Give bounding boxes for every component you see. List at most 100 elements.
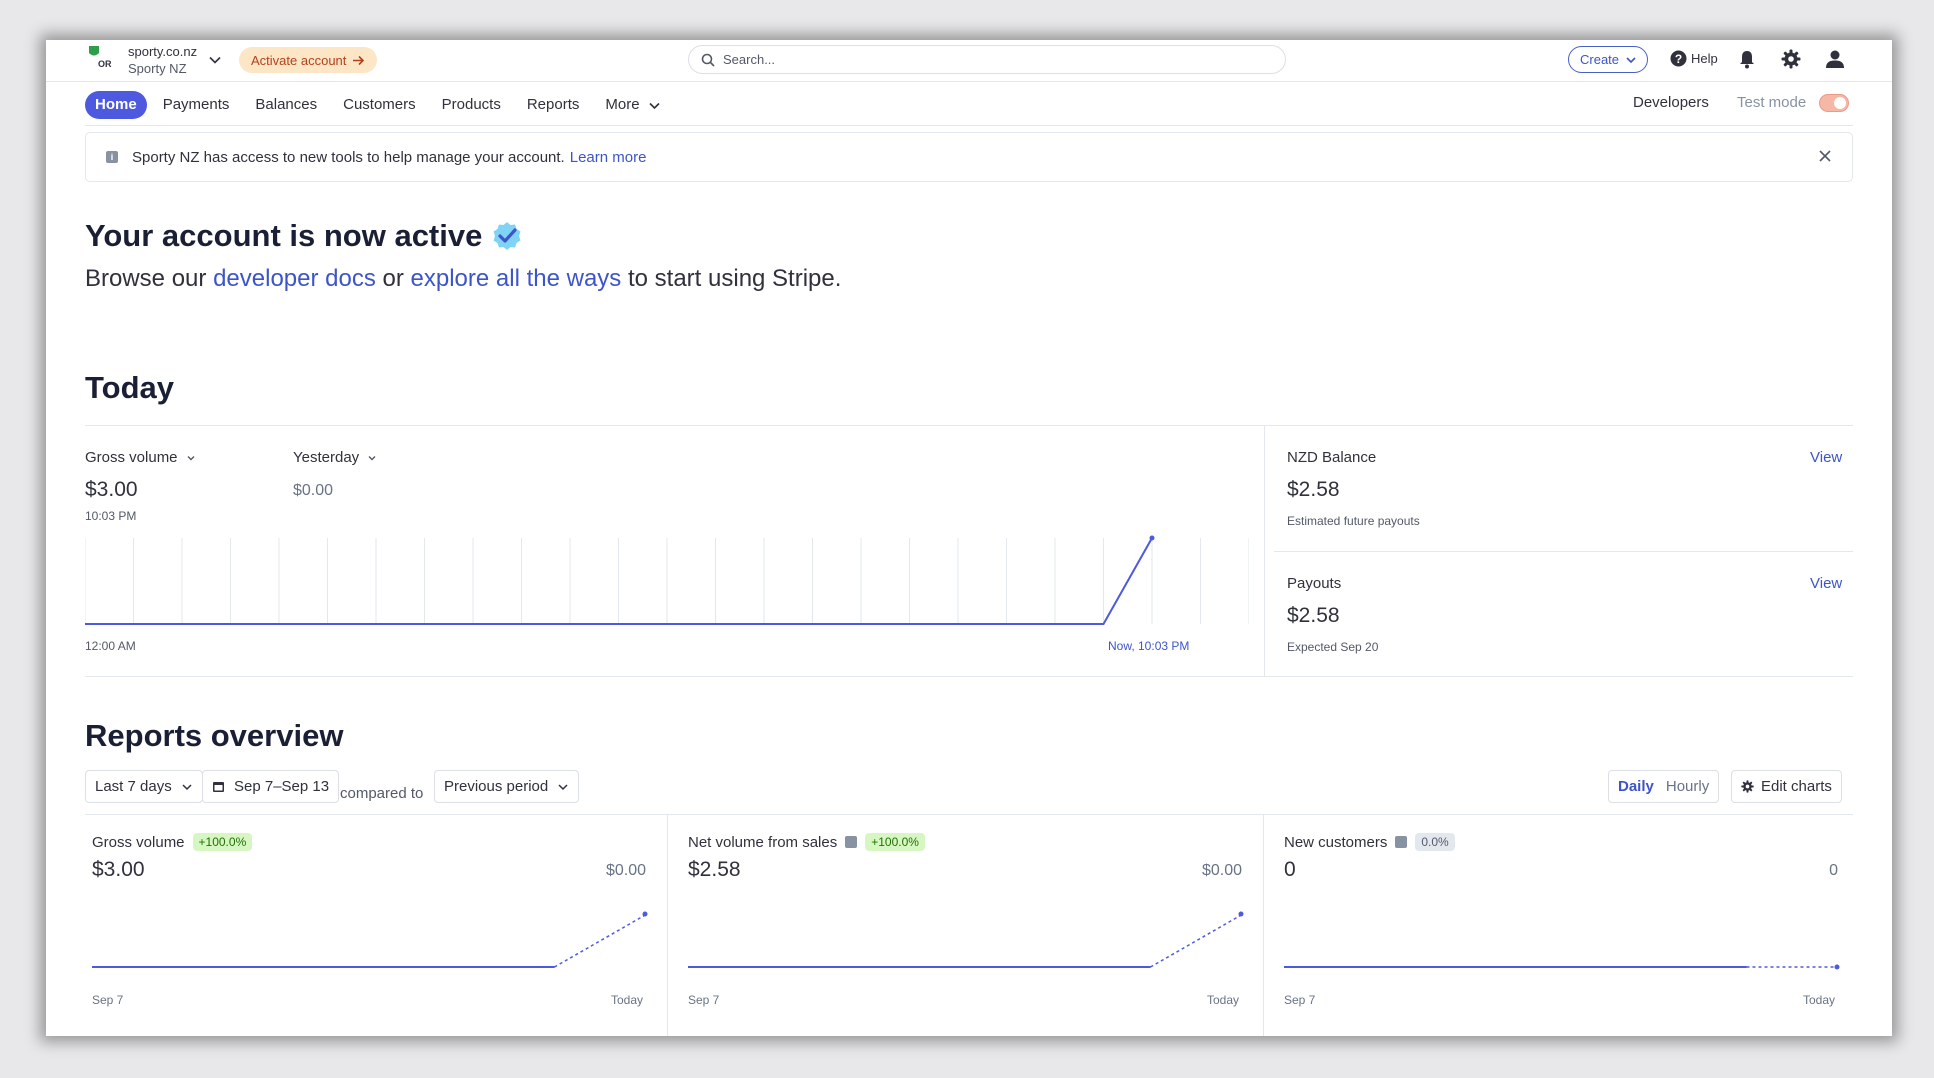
gear-icon bbox=[1741, 780, 1754, 793]
interval-toggle: Daily Hourly bbox=[1608, 770, 1720, 803]
card-compare-value: $0.00 bbox=[1201, 862, 1242, 879]
payouts-note: Expected Sep 20 bbox=[1287, 640, 1379, 654]
date-range-label: Last 7 days bbox=[95, 778, 172, 795]
gear-icon[interactable] bbox=[1781, 49, 1801, 69]
subtitle-suffix: to start using Stripe. bbox=[621, 265, 842, 292]
edit-charts-button[interactable]: Edit charts bbox=[1731, 770, 1842, 803]
today-top-divider bbox=[85, 425, 1853, 426]
close-icon[interactable] bbox=[1818, 149, 1832, 163]
chevron-down-icon bbox=[181, 781, 193, 793]
search-input[interactable] bbox=[723, 52, 1263, 67]
learn-more-link[interactable]: Learn more bbox=[570, 149, 647, 166]
yesterday-label: Yesterday bbox=[293, 449, 360, 466]
bell-icon[interactable] bbox=[1738, 49, 1756, 69]
help-button[interactable]: ? Help bbox=[1670, 50, 1718, 67]
nzd-balance-label: NZD Balance bbox=[1287, 449, 1377, 466]
calendar-icon bbox=[212, 780, 225, 793]
today-gross-volume-chart bbox=[85, 535, 1249, 625]
info-icon[interactable] bbox=[845, 836, 858, 848]
banner-text: Sporty NZ has access to new tools to hel… bbox=[132, 148, 565, 166]
nav-customers[interactable]: Customers bbox=[330, 91, 429, 119]
nav-home[interactable]: Home bbox=[85, 91, 147, 119]
card-axis-start: Sep 7 bbox=[92, 993, 124, 1007]
nav-balances[interactable]: Balances bbox=[242, 91, 330, 119]
subtitle-prefix: Browse our bbox=[85, 265, 214, 292]
chevron-down-icon bbox=[557, 781, 569, 793]
user-icon[interactable] bbox=[1825, 49, 1845, 69]
change-badge: +100.0% bbox=[192, 833, 253, 851]
nzd-balance-note: Estimated future payouts bbox=[1287, 514, 1420, 528]
today-axis-start: 12:00 AM bbox=[85, 639, 136, 653]
hourly-option[interactable]: Hourly bbox=[1666, 778, 1709, 795]
search-icon bbox=[701, 53, 715, 67]
net-volume-card-chart bbox=[688, 911, 1244, 968]
activate-account-label: Activate account bbox=[251, 52, 347, 68]
arrow-right-icon bbox=[352, 54, 365, 67]
developer-docs-link[interactable]: developer docs bbox=[213, 265, 376, 292]
chart-projection-line bbox=[554, 913, 648, 968]
today-vertical-divider bbox=[1264, 426, 1265, 676]
date-range-select[interactable]: Last 7 days bbox=[85, 770, 203, 803]
gross-volume-card-chart bbox=[92, 911, 648, 968]
payouts-label: Payouts bbox=[1287, 575, 1342, 592]
account-name[interactable]: Sporty NZ bbox=[128, 61, 187, 76]
nav-products[interactable]: Products bbox=[429, 91, 514, 119]
activate-account-button[interactable]: Activate account bbox=[239, 47, 378, 73]
balance-view-link[interactable]: View bbox=[1810, 449, 1842, 466]
card-axis-end: Today bbox=[611, 993, 644, 1007]
card-value: $3.00 bbox=[92, 858, 145, 881]
svg-text:?: ? bbox=[1675, 52, 1682, 66]
card-title: Gross volume bbox=[92, 833, 185, 851]
payouts-view-link[interactable]: View bbox=[1810, 575, 1842, 592]
app-window: OR sporty.co.nz Sporty NZ Activate accou… bbox=[46, 40, 1892, 1036]
nav-reports[interactable]: Reports bbox=[514, 91, 593, 119]
chart-projection-line bbox=[1150, 913, 1244, 968]
test-mode-label: Test mode bbox=[1737, 94, 1807, 111]
card-value: 0 bbox=[1284, 858, 1296, 881]
create-button[interactable]: Create bbox=[1568, 46, 1649, 73]
developers-link[interactable]: Developers bbox=[1633, 94, 1709, 111]
gross-volume-time: 10:03 PM bbox=[85, 509, 137, 523]
gross-volume-value: $3.00 bbox=[85, 478, 138, 501]
compared-to-label: compared to bbox=[340, 785, 424, 802]
verified-check-icon bbox=[492, 221, 522, 251]
gross-volume-card-header[interactable]: Gross volume +100.0% bbox=[92, 833, 253, 851]
today-title: Today bbox=[85, 370, 174, 405]
card-axis-start: Sep 7 bbox=[688, 993, 720, 1007]
chevron-down-icon bbox=[648, 99, 661, 112]
test-mode-toggle[interactable] bbox=[1819, 94, 1849, 112]
explore-ways-link[interactable]: explore all the ways bbox=[411, 265, 622, 292]
card-value: $2.58 bbox=[688, 858, 741, 881]
card-axis-start: Sep 7 bbox=[1284, 993, 1316, 1007]
nav-more[interactable]: More bbox=[592, 91, 673, 119]
daily-option[interactable]: Daily bbox=[1618, 778, 1654, 795]
account-logo-icon[interactable]: OR bbox=[86, 44, 118, 76]
card-compare-value: 0 bbox=[1829, 862, 1838, 879]
new-customers-card-header[interactable]: New customers 0.0% bbox=[1284, 833, 1455, 851]
chart-point bbox=[1834, 964, 1840, 970]
balance-divider bbox=[1274, 551, 1853, 552]
nav-more-label: More bbox=[605, 96, 640, 113]
subtitle-mid: or bbox=[375, 265, 411, 292]
search-bar[interactable] bbox=[688, 45, 1286, 74]
compare-period-label: Previous period bbox=[444, 778, 549, 795]
chevron-down-icon[interactable] bbox=[208, 53, 222, 67]
compare-period-select[interactable]: Previous period bbox=[434, 770, 580, 803]
date-picker[interactable]: Sep 7–Sep 13 bbox=[202, 770, 340, 803]
chevron-down-icon bbox=[186, 453, 196, 463]
nav-divider bbox=[85, 125, 1853, 126]
account-domain[interactable]: sporty.co.nz bbox=[128, 44, 197, 59]
info-icon[interactable] bbox=[1395, 836, 1408, 848]
change-badge: 0.0% bbox=[1415, 833, 1455, 851]
change-badge: +100.0% bbox=[865, 833, 925, 851]
chart-point bbox=[1238, 911, 1244, 917]
page-subtitle: Browse our developer docs or explore all… bbox=[85, 265, 841, 293]
card-divider-2 bbox=[1263, 815, 1264, 1036]
nav-payments[interactable]: Payments bbox=[150, 91, 243, 119]
yesterday-selector[interactable]: Yesterday bbox=[293, 449, 377, 466]
gross-volume-selector[interactable]: Gross volume bbox=[85, 449, 196, 466]
reports-overview-title: Reports overview bbox=[85, 718, 344, 753]
info-icon: i bbox=[106, 151, 118, 163]
net-volume-card-header[interactable]: Net volume from sales +100.0% bbox=[688, 833, 925, 851]
new-customers-card-chart bbox=[1284, 964, 1840, 970]
